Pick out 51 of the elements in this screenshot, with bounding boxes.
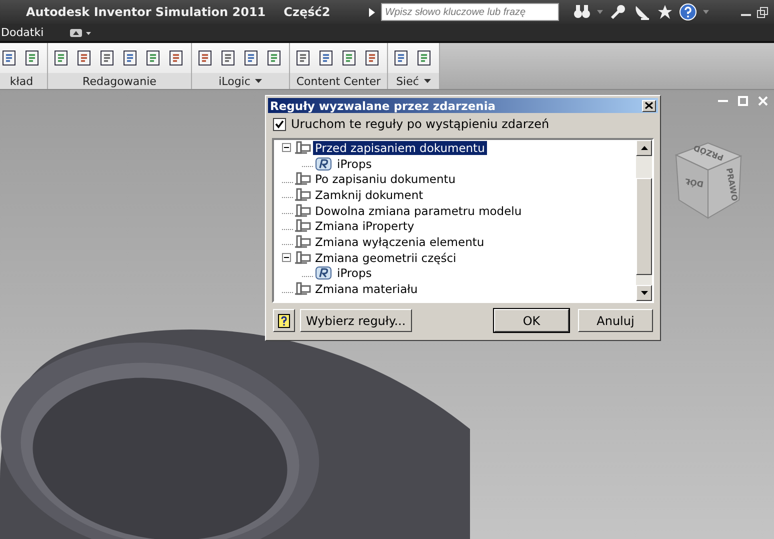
scroll-up-icon[interactable] — [640, 146, 648, 150]
document-name: Część2 — [284, 5, 330, 19]
scrollbar[interactable] — [636, 140, 652, 301]
event-icon — [295, 219, 311, 234]
dialog-button[interactable]: Anuluj — [578, 309, 653, 332]
tree-item[interactable]: Po zapisaniu dokumentu — [313, 172, 458, 186]
help-icon — [278, 314, 290, 328]
event-icon — [295, 234, 311, 249]
help-button[interactable] — [273, 309, 295, 332]
help-icon[interactable] — [679, 3, 697, 21]
dialog-title: Reguły wyzwalane przez zdarzenia — [270, 98, 496, 112]
caret-icon[interactable] — [255, 79, 262, 83]
window-title: Autodesk Inventor Simulation 2011 — [26, 5, 266, 19]
binoculars-icon[interactable] — [573, 4, 591, 20]
ribbon-tab[interactable]: Dodatki — [1, 26, 44, 39]
panel-label: kład — [10, 74, 34, 88]
tree-item[interactable]: Zmiana wyłączenia elementu — [313, 234, 486, 249]
close-icon[interactable] — [758, 96, 768, 106]
satellite-dish-icon[interactable] — [633, 3, 651, 21]
tree-item[interactable]: iProps — [335, 156, 374, 171]
event-icon — [295, 140, 311, 155]
search-field[interactable]: Wpisz słowo kluczowe lub frazę — [381, 3, 559, 21]
restore-icon[interactable] — [757, 6, 768, 18]
panel-label: Redagowanie — [82, 74, 156, 88]
dialog-button[interactable]: OK — [494, 309, 569, 332]
tree-item[interactable]: Przed zapisaniem dokumentu — [313, 140, 487, 155]
checkbox[interactable] — [273, 118, 286, 130]
dialog-button[interactable]: Wybierz reguły... — [300, 309, 412, 332]
expand-arrow-icon[interactable] — [369, 8, 375, 16]
caret-icon[interactable] — [424, 79, 431, 83]
tree-item[interactable]: Zamknij dokument — [313, 188, 426, 202]
event-icon — [295, 188, 311, 202]
tree-item[interactable]: Zmiana iProperty — [313, 219, 416, 234]
close-button[interactable] — [642, 100, 656, 112]
tree-item[interactable]: Zmiana geometrii części — [313, 250, 458, 265]
event-icon — [295, 172, 311, 186]
cube-face-label: PRAWO — [724, 167, 740, 202]
tree-item[interactable]: Dowolna zmiana parametru modelu — [313, 204, 524, 218]
collapse-toggle-icon[interactable] — [282, 253, 293, 262]
wrench-icon[interactable] — [609, 3, 627, 21]
tree-item[interactable]: Zmiana materiału — [313, 282, 420, 296]
collapse-toggle-icon[interactable] — [282, 143, 293, 152]
event-icon — [295, 204, 311, 218]
star-icon[interactable] — [657, 4, 673, 20]
panel-label: Content Center — [296, 74, 381, 88]
cube-face-label: DÓŁ — [684, 176, 704, 189]
tree-item[interactable]: iProps — [335, 266, 374, 280]
checkbox-label[interactable]: Uruchom te reguły po wystąpieniu zdarzeń — [291, 117, 550, 131]
event-icon — [295, 282, 311, 296]
event-icon — [295, 250, 311, 265]
scroll-down-icon[interactable] — [640, 291, 648, 295]
